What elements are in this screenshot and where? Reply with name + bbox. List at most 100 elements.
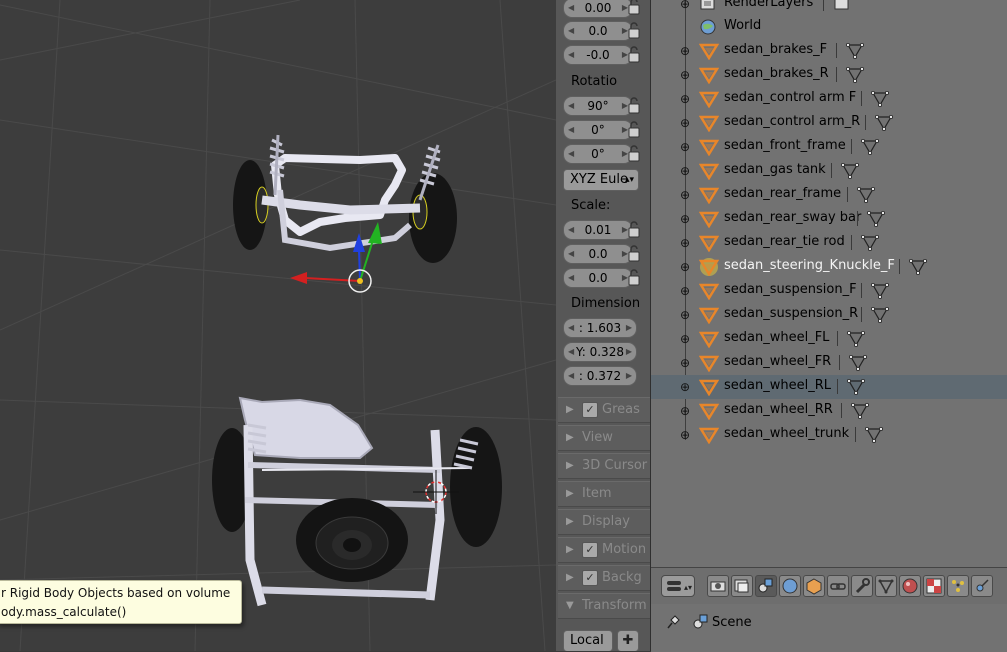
outliner-row[interactable]: ⊕ sedan_control arm F xyxy=(651,87,1007,111)
mesh-object-icon[interactable] xyxy=(699,234,719,252)
panel-display[interactable]: ▶ Display xyxy=(558,509,650,535)
tab-scene[interactable] xyxy=(755,575,777,597)
dimension-y-field[interactable]: ◀ Y: 0.328 ▶ xyxy=(563,342,637,362)
tab-physics[interactable] xyxy=(971,575,993,597)
expand-plus-icon[interactable]: ⊕ xyxy=(679,117,691,129)
expand-plus-icon[interactable]: ⊕ xyxy=(679,69,691,81)
viewport-scene[interactable] xyxy=(0,0,556,651)
mesh-data-icon[interactable] xyxy=(841,162,859,180)
outliner-row[interactable]: ⊕ sedan_wheel_RR xyxy=(651,399,1007,423)
lock-icon[interactable] xyxy=(626,267,642,287)
mesh-object-icon[interactable] xyxy=(699,162,719,180)
mesh-object-icon[interactable] xyxy=(699,354,719,372)
mesh-object-icon[interactable] xyxy=(699,378,719,396)
outliner-row[interactable]: ⊕ sedan_suspension_R xyxy=(651,303,1007,327)
mesh-data-icon[interactable] xyxy=(871,306,889,324)
orientation-dropdown[interactable]: Local xyxy=(563,630,613,651)
tab-texture[interactable] xyxy=(923,575,945,597)
mesh-object-icon[interactable] xyxy=(699,402,719,420)
mesh-data-icon[interactable] xyxy=(861,138,879,156)
mesh-data-icon[interactable] xyxy=(867,210,885,228)
rotation-x-field[interactable]: ◀ 90° ▶ xyxy=(563,96,633,116)
lock-icon[interactable] xyxy=(626,20,642,40)
panel-motion[interactable]: ▶ ✓ Motion xyxy=(558,537,650,563)
rear-axle-model[interactable] xyxy=(212,396,502,607)
outliner-row[interactable]: ⊕ sedan_suspension_F xyxy=(651,279,1007,303)
outliner-row[interactable]: ⊕ sedan_wheel_FR xyxy=(651,351,1007,375)
background-checkbox[interactable]: ✓ xyxy=(582,570,598,586)
expand-plus-icon[interactable]: ⊕ xyxy=(679,381,691,393)
outliner-row[interactable]: ⊕ sedan_rear_sway bar xyxy=(651,207,1007,231)
expand-plus-icon[interactable]: ⊕ xyxy=(679,165,691,177)
motion-checkbox[interactable]: ✓ xyxy=(582,542,598,558)
grease-checkbox[interactable]: ✓ xyxy=(582,402,598,418)
outliner-row[interactable]: ⊕ sedan_rear_tie rod xyxy=(651,231,1007,255)
rotation-y-field[interactable]: ◀ 0° ▶ xyxy=(563,120,633,140)
panel-view[interactable]: ▶ View xyxy=(558,425,650,451)
panel-transform-orientations[interactable]: ▼ Transform xyxy=(558,593,650,619)
outliner-row[interactable]: ⊕ sedan_gas tank xyxy=(651,159,1007,183)
tab-material[interactable] xyxy=(899,575,921,597)
tab-render[interactable] xyxy=(707,575,729,597)
mesh-data-icon[interactable] xyxy=(846,42,864,60)
outliner-row[interactable]: ⊕ sedan_steering_Knuckle_F xyxy=(651,255,1007,279)
editor-type-selector[interactable]: ▴▾ xyxy=(661,575,695,597)
mesh-data-icon[interactable] xyxy=(846,66,864,84)
panel-3d-cursor[interactable]: ▶ 3D Cursor xyxy=(558,453,650,479)
y-axis-arrow[interactable] xyxy=(368,222,382,244)
outliner-row[interactable]: ⊕ sedan_brakes_F xyxy=(651,39,1007,63)
mesh-data-icon[interactable] xyxy=(909,258,927,276)
tab-particles[interactable] xyxy=(947,575,969,597)
mesh-object-icon[interactable] xyxy=(699,114,719,132)
3d-viewport[interactable]: r Rigid Body Objects based on volume ody… xyxy=(0,0,556,651)
mesh-object-icon[interactable] xyxy=(699,90,719,108)
outliner-row-world[interactable]: World xyxy=(651,15,1007,39)
mesh-data-icon[interactable] xyxy=(849,354,867,372)
location-x-field[interactable]: ◀ 0.00 ▶ xyxy=(563,0,633,18)
mesh-data-icon[interactable] xyxy=(875,114,893,132)
expand-plus-icon[interactable]: ⊕ xyxy=(679,0,691,10)
outliner-row[interactable]: ⊕ sedan_control arm_R xyxy=(651,111,1007,135)
location-y-field[interactable]: ◀ 0.0 ▶ xyxy=(563,21,633,41)
mesh-object-icon[interactable] xyxy=(699,66,719,84)
outliner-row-renderlayers[interactable]: ⊕ RenderLayers xyxy=(651,0,1007,16)
rotation-mode-dropdown[interactable]: XYZ Eule ▴▾ xyxy=(563,169,639,191)
mesh-object-icon[interactable] xyxy=(699,186,719,204)
lock-icon[interactable] xyxy=(626,219,642,239)
mesh-object-icon[interactable] xyxy=(699,42,719,60)
mesh-data-icon[interactable] xyxy=(847,378,865,396)
tab-render-layers[interactable] xyxy=(731,575,753,597)
add-orientation-button[interactable]: ✚ xyxy=(617,630,639,651)
tab-constraints[interactable] xyxy=(827,575,849,597)
tab-object[interactable] xyxy=(803,575,825,597)
dimension-z-field[interactable]: ◀: 0.372 ▶ xyxy=(563,366,637,386)
expand-plus-icon[interactable]: ⊕ xyxy=(679,189,691,201)
mesh-object-icon[interactable] xyxy=(699,306,719,324)
mesh-data-icon[interactable] xyxy=(871,90,889,108)
mesh-object-icon[interactable] xyxy=(699,330,719,348)
expand-plus-icon[interactable]: ⊕ xyxy=(679,333,691,345)
mesh-data-icon[interactable] xyxy=(865,426,883,444)
outliner-row[interactable]: ⊕ sedan_wheel_trunk xyxy=(651,423,1007,447)
mesh-object-icon[interactable] xyxy=(699,138,719,156)
tab-data[interactable] xyxy=(875,575,897,597)
lock-icon[interactable] xyxy=(626,143,642,163)
lock-icon[interactable] xyxy=(626,44,642,64)
expand-plus-icon[interactable]: ⊕ xyxy=(679,141,691,153)
scale-x-field[interactable]: ◀ 0.01 ▶ xyxy=(563,220,633,240)
tab-world[interactable] xyxy=(779,575,801,597)
expand-plus-icon[interactable]: ⊕ xyxy=(679,357,691,369)
dimension-x-field[interactable]: ◀: 1.603 ▶ xyxy=(563,318,637,338)
mesh-object-icon[interactable] xyxy=(699,210,719,228)
mesh-data-icon[interactable] xyxy=(861,234,879,252)
expand-plus-icon[interactable]: ⊕ xyxy=(679,405,691,417)
mesh-object-icon[interactable] xyxy=(699,282,719,300)
lock-icon[interactable] xyxy=(626,119,642,139)
expand-plus-icon[interactable]: ⊕ xyxy=(679,285,691,297)
outliner-row[interactable]: ⊕ sedan_wheel_RL xyxy=(651,375,1007,399)
expand-plus-icon[interactable]: ⊕ xyxy=(679,213,691,225)
outliner[interactable]: ⊕ RenderLayers World ⊕ sedan_brakes_F ⊕ sed… xyxy=(651,0,1007,567)
lock-icon[interactable] xyxy=(626,95,642,115)
expand-plus-icon[interactable]: ⊕ xyxy=(679,429,691,441)
mesh-data-icon[interactable] xyxy=(851,402,869,420)
